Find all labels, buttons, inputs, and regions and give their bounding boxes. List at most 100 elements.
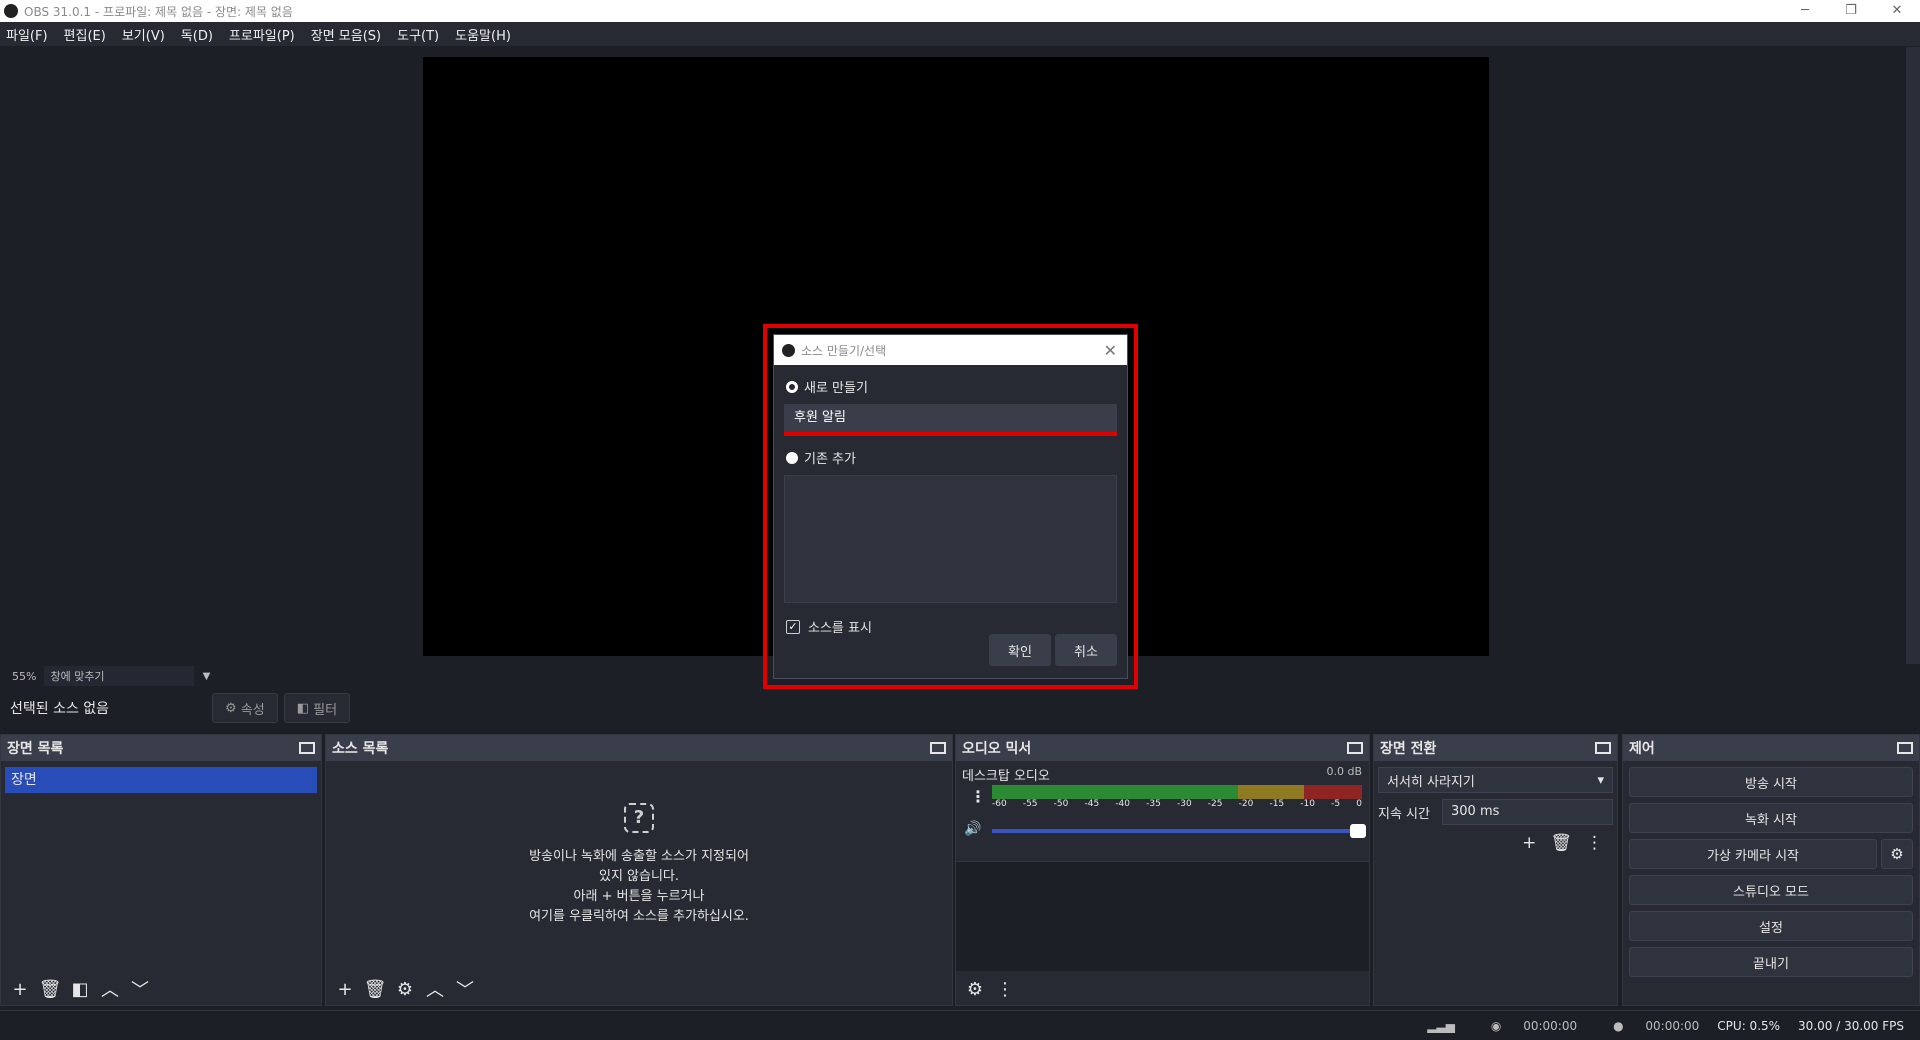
more-options-icon[interactable]: ⋮ — [992, 977, 1018, 1001]
close-icon[interactable]: ✕ — [1104, 341, 1117, 360]
radio-unchecked-icon[interactable] — [786, 451, 798, 464]
menu-scene-collection[interactable]: 장면 모음(S) — [311, 25, 381, 44]
channel-level: 0.0 dB — [1326, 765, 1362, 778]
exit-button[interactable]: 끝내기 — [1629, 947, 1913, 977]
meter-tick: -25 — [1207, 799, 1223, 809]
cancel-button[interactable]: 취소 — [1055, 634, 1117, 666]
float-icon[interactable] — [299, 742, 315, 754]
audio-mixer-dock: 오디오 믹서 데스크탑 오디오 0.0 dB ⋮ -60 -55 -50 -45… — [955, 734, 1370, 1006]
record-icon: ● — [1613, 1018, 1628, 1033]
status-bar: ▂▃▅ ◉ 00:00:00 ● 00:00:00 CPU: 0.5% 30.0… — [0, 1010, 1920, 1040]
chevron-down-icon: ▾ — [1597, 772, 1604, 788]
add-icon[interactable]: + — [7, 977, 33, 1001]
menu-profile[interactable]: 프로파일(P) — [229, 25, 295, 44]
float-icon[interactable] — [1347, 742, 1363, 754]
chevron-down-icon[interactable]: ﹀ — [127, 977, 153, 1001]
chevron-up-icon[interactable]: ︿ — [97, 977, 123, 1001]
scenes-dock: 장면 목록 장면 + 🗑 ◧ ︿ ﹀ — [0, 734, 322, 1006]
filter-icon[interactable]: ◧ — [67, 977, 93, 1001]
add-existing-option[interactable]: 기존 추가 — [786, 448, 1127, 467]
meter-tick: -10 — [1300, 799, 1315, 809]
start-virtualcam-button[interactable]: 가상 카메라 시작 — [1629, 839, 1877, 869]
transition-tools: + 🗑 ⋮ — [1374, 833, 1603, 853]
visible-label: 소스를 표시 — [808, 621, 872, 636]
meter-tick: -5 — [1331, 799, 1341, 809]
source-name-input[interactable]: 후원 알림 — [784, 404, 1117, 436]
dock-header: 장면 전환 — [1374, 735, 1617, 761]
create-new-option[interactable]: 새로 만들기 — [786, 377, 1127, 396]
dock-header: 제어 — [1623, 735, 1919, 761]
existing-sources-list[interactable] — [784, 475, 1117, 603]
dock-title: 제어 — [1629, 741, 1655, 757]
menu-tools[interactable]: 도구(T) — [397, 25, 439, 44]
more-options-icon[interactable]: ⋮ — [1586, 833, 1603, 853]
settings-button[interactable]: 설정 — [1629, 911, 1913, 941]
zoom-mode-select[interactable]: 창에 맞추기 — [44, 666, 195, 686]
scene-item[interactable]: 장면 — [5, 767, 317, 793]
float-icon[interactable] — [930, 742, 946, 754]
filter-icon: ◧ — [296, 700, 314, 716]
zoom-value: 55% — [12, 669, 37, 683]
question-icon: ? — [624, 803, 654, 833]
virtualcam-row: 가상 카메라 시작 ⚙ — [1629, 839, 1913, 869]
float-icon[interactable] — [1897, 742, 1913, 754]
gear-icon[interactable]: ⚙ — [392, 977, 418, 1001]
add-existing-label: 기존 추가 — [804, 452, 856, 467]
properties-label: 속성 — [240, 702, 265, 718]
studio-mode-button[interactable]: 스튜디오 모드 — [1629, 875, 1913, 905]
float-icon[interactable] — [1595, 742, 1611, 754]
volume-slider[interactable] — [992, 824, 1366, 838]
meter-tick: -20 — [1238, 799, 1254, 809]
empty-message-line: 방송이나 녹화에 송출할 소스가 지정되어 — [529, 849, 749, 864]
start-recording-button[interactable]: 녹화 시작 — [1629, 803, 1913, 833]
close-icon[interactable]: ✕ — [1874, 0, 1920, 22]
gear-icon[interactable]: ⚙ — [962, 977, 988, 1001]
empty-message-line: 여기를 우클릭하여 소스를 추가하십시오. — [529, 909, 749, 924]
radio-checked-icon[interactable] — [786, 380, 798, 393]
window-title: OBS 31.0.1 - 프로파일: 제목 없음 - 장면: 제목 없음 — [24, 4, 293, 19]
cpu-usage: CPU: 0.5% — [1717, 1018, 1781, 1033]
menu-help[interactable]: 도움말(H) — [455, 25, 511, 44]
trash-icon[interactable]: 🗑 — [37, 977, 63, 1001]
no-source-selected-label: 선택된 소스 없음 — [10, 701, 110, 717]
checkbox-checked-icon[interactable]: ✓ — [786, 619, 800, 634]
trash-icon[interactable]: 🗑 — [1550, 833, 1572, 853]
speaker-icon[interactable]: 🔊 — [964, 821, 981, 837]
more-options-icon[interactable]: ⋮ — [970, 787, 986, 806]
dock-title: 소스 목록 — [332, 741, 389, 757]
network-icon: ▂▃▅ — [1427, 1018, 1455, 1033]
fps-display: 30.00 / 30.00 FPS — [1798, 1018, 1904, 1033]
source-toolbar: 선택된 소스 없음 ⚙ 속성 ◧ 필터 — [0, 688, 1920, 728]
transition-select[interactable]: 서서히 사라지기 ▾ — [1378, 767, 1613, 793]
ok-button[interactable]: 확인 — [989, 634, 1051, 666]
chevron-up-icon[interactable]: ︿ — [422, 977, 448, 1001]
chevron-down-icon[interactable]: ▼ — [194, 671, 218, 682]
menu-edit[interactable]: 편집(E) — [64, 25, 106, 44]
trash-icon[interactable]: 🗑 — [362, 977, 388, 1001]
volume-slider-handle[interactable] — [1350, 824, 1366, 838]
start-streaming-button[interactable]: 방송 시작 — [1629, 767, 1913, 797]
mixer-empty-area — [956, 861, 1369, 971]
broadcast-icon: ◉ — [1490, 1018, 1506, 1033]
chevron-down-icon[interactable]: ﹀ — [452, 977, 478, 1001]
window-controls: ─ ❐ ✕ — [1782, 0, 1920, 22]
restore-icon[interactable]: ❐ — [1828, 0, 1874, 22]
create-select-source-dialog: 소스 만들기/선택 ✕ 새로 만들기 후원 알림 기존 추가 ✓ 소스를 표시 … — [773, 334, 1128, 679]
menu-view[interactable]: 보기(V) — [122, 25, 165, 44]
duration-label: 지속 시간 — [1378, 806, 1430, 822]
dock-header: 소스 목록 — [326, 735, 952, 761]
menu-docks[interactable]: 독(D) — [181, 25, 213, 44]
dock-header: 장면 목록 — [1, 735, 321, 761]
add-icon[interactable]: + — [332, 977, 358, 1001]
preview-scrollbar[interactable] — [1906, 47, 1920, 664]
minimize-icon[interactable]: ─ — [1782, 0, 1828, 22]
meter-tick: -60 — [992, 799, 1007, 809]
sources-empty-state[interactable]: ? 방송이나 녹화에 송출할 소스가 지정되어 있지 않습니다. 아래 + 버튼… — [326, 775, 952, 927]
filters-button[interactable]: ◧ 필터 — [283, 693, 351, 723]
duration-spinbox[interactable]: 300 ms — [1442, 799, 1613, 825]
meter-tick: -45 — [1084, 799, 1100, 809]
add-icon[interactable]: + — [1522, 833, 1536, 853]
gear-icon[interactable]: ⚙ — [1881, 839, 1913, 869]
menu-file[interactable]: 파일(F) — [6, 25, 48, 44]
properties-button[interactable]: ⚙ 속성 — [212, 693, 278, 723]
